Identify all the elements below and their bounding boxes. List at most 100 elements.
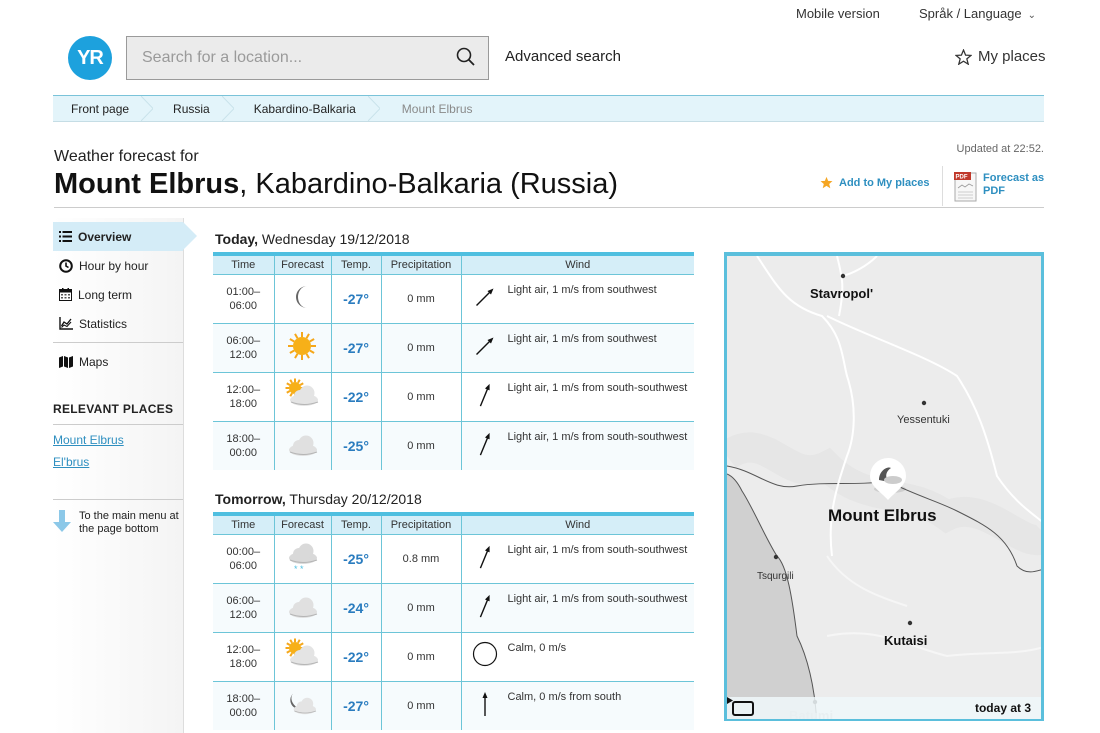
day-heading: Today, Wednesday 19/12/2018 [215,231,410,247]
time-to: 06:00 [229,299,258,312]
col-header-wind: Wind [460,514,694,535]
forecast-map[interactable]: Stavropol' Yessentuki Mount Elbrus Tsqur… [724,252,1044,721]
time-cell: 01:00– 06:00 [213,274,274,324]
wind-cell: Light air, 1 m/s from southwest [460,323,694,373]
pdf-icon: PDF [954,172,977,202]
place-name: Mount Elbrus [54,168,240,200]
temp-cell: -27° [330,323,381,373]
precip-cell: 0 mm [380,372,461,422]
temp-cell: -27° [330,681,381,730]
calendar-icon [59,288,72,301]
cloud-icon [288,435,317,456]
col-header-forecast: Forecast [273,514,331,535]
sidebar-item-hour-by-hour[interactable]: Hour by hour [53,251,183,280]
sidebar-item-long-term[interactable]: Long term [53,280,183,309]
temp-cell: -25° [330,534,381,584]
partly-cloudy-icon [285,378,318,406]
time-cell: 06:00– 12:00 [213,583,274,633]
time-from: 12:00– [226,383,261,396]
relevant-place-link[interactable]: El'brus [53,455,183,469]
sidebar-item-label: Overview [78,229,132,244]
map-time-label: today at 3 [974,701,1031,715]
sidebar-item-label: Hour by hour [79,258,149,273]
time-from: 00:00– [226,545,261,558]
breadcrumb-kabardino-balkaria[interactable]: Kabardino-Balkaria [228,96,380,121]
day-heading: Tomorrow, Thursday 20/12/2018 [215,491,422,507]
forecast-pdf-link[interactable]: PDF Forecast as PDF [954,172,1044,202]
time-cell: 12:00– 18:00 [213,632,274,682]
pdf-label-line1: Forecast as [983,172,1045,184]
list-icon [59,231,72,242]
temperature: -22° [343,648,369,665]
time-cell: 00:00– 06:00 [213,534,274,584]
relevant-place-link[interactable]: Mount Elbrus [53,433,183,447]
map-label-yessentuki: Yessentuki [897,414,950,426]
temperature: -27° [343,290,369,307]
precipitation: 0.8 mm [402,552,440,565]
time-from: 12:00– [226,643,261,656]
wind-cell: Light air, 1 m/s from southwest [460,274,694,324]
map-timeline-bar: today at 3 [727,697,1041,719]
forecast-cell [273,421,331,470]
my-places-label: My places [978,48,1046,65]
temp-cell: -22° [330,372,381,422]
add-to-my-places-button[interactable]: Add to My places [820,176,929,189]
precipitation: 0 mm [407,699,435,712]
wind-description: Calm, 0 m/s [507,641,567,654]
search-input[interactable] [142,49,442,67]
sidebar-item-statistics[interactable]: Statistics [53,309,183,338]
wind-arrow-icon [479,594,490,617]
wind-cell: Light air, 1 m/s from south-southwest [460,421,694,470]
col-header-temp: Temp. [330,514,381,535]
forecast-cell [273,372,331,422]
col-header-precipitation: Precipitation [380,254,461,275]
forecast-cell [273,274,331,324]
day-date: Wednesday 19/12/2018 [258,231,410,247]
precip-cell: 0 mm [380,323,461,373]
wind-cell: Light air, 1 m/s from south-southwest [460,534,694,584]
map-label-stavropol: Stavropol' [810,286,874,301]
forecast-cell [273,323,331,373]
wind-description: Light air, 1 m/s from south-southwest [507,381,688,394]
title-divider [54,207,1044,208]
forecast-row: 06:00– 12:00 -24° 0 mm Light air, 1 m/s f… [213,583,694,633]
time-to: 00:00 [229,706,258,719]
advanced-search-link[interactable]: Advanced search [505,48,621,65]
yr-logo[interactable]: YR [68,36,112,80]
svg-text:* *: * * [294,564,304,574]
map-label-tsqurgili: Tsqurgili [757,571,794,582]
my-places-link[interactable]: My places [955,48,1046,65]
sidebar-item-overview[interactable]: Overview [53,222,197,251]
svg-text:PDF: PDF [956,175,968,181]
wind-cell: Light air, 1 m/s from south-southwest [460,583,694,633]
mobile-version-link[interactable]: Mobile version [796,6,880,21]
to-main-menu-link[interactable]: To the main menu at the page bottom [53,499,183,536]
language-selector[interactable]: Språk / Language ⌄ [919,6,1036,21]
action-separator [942,166,943,206]
wind-arrow-icon [482,691,487,716]
precipitation: 0 mm [407,390,435,403]
day-date: Thursday 20/12/2018 [285,491,422,507]
map-label-mount-elbrus: Mount Elbrus [828,506,937,525]
play-button[interactable] [727,697,754,716]
wind-arrow-icon [475,337,493,355]
precip-cell: 0 mm [380,421,461,470]
time-to: 18:00 [229,657,258,670]
precip-cell: 0 mm [380,583,461,633]
snow-cloud-icon: * * [288,543,317,574]
forecast-row: 18:00– 00:00 -27° 0 mm Calm, 0 m/s from s… [213,681,694,730]
forecast-table-today: Time Forecast Temp. Precipitation Wind 0… [213,252,694,470]
precipitation: 0 mm [407,601,435,614]
time-to: 12:00 [229,608,258,621]
wind-description: Light air, 1 m/s from south-southwest [507,543,688,556]
search-icon[interactable] [456,47,476,72]
to-main-menu-line1: To the main menu at [79,510,179,522]
time-cell: 18:00– 00:00 [213,681,274,730]
precipitation: 0 mm [407,341,435,354]
sidebar-item-maps[interactable]: Maps [53,347,183,376]
temp-cell: -24° [330,583,381,633]
sidebar-item-label: Long term [78,287,133,302]
map-icon [59,355,73,368]
breadcrumb-russia[interactable]: Russia [147,96,234,121]
breadcrumb-front-page[interactable]: Front page [53,96,154,121]
